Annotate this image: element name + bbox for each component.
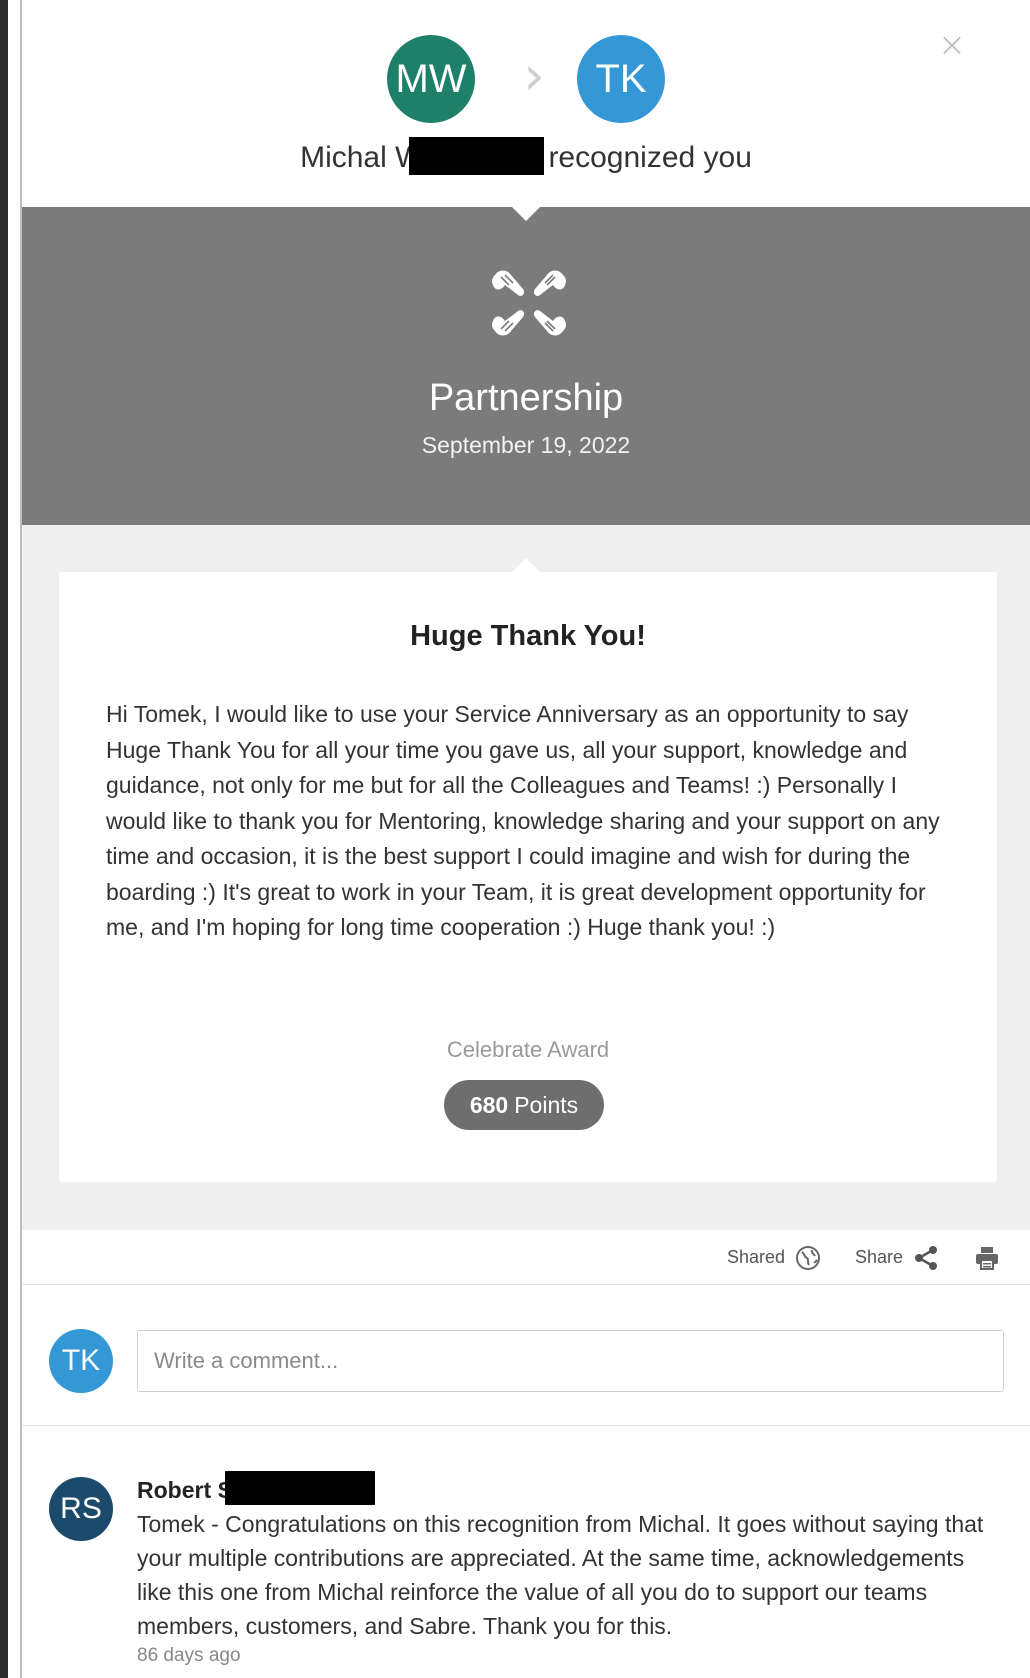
message-title: Huge Thank You! [410, 620, 646, 652]
giver-avatar[interactable]: MW [387, 35, 475, 123]
redaction-box [224, 1471, 375, 1505]
current-user-avatar[interactable]: TK [49, 1329, 113, 1393]
points-badge: 680 Points [444, 1080, 604, 1130]
shared-label: Shared [727, 1247, 786, 1267]
giver-name[interactable]: Michal W [300, 141, 423, 174]
message-area: Huge Thank You! Hi Tomek, I would like t… [22, 525, 1030, 1230]
message-body: Hi Tomek, I would like to use your Servi… [106, 701, 940, 940]
partnership-hands-icon [491, 270, 567, 336]
close-button[interactable]: × [936, 28, 968, 62]
recognition-headline: Michal W recognized you [22, 137, 1030, 175]
recognized-text: recognized you [548, 141, 752, 174]
comment-author-name: Robert S [137, 1477, 233, 1503]
comment-text: Tomek - Congratulations on this recognit… [137, 1511, 984, 1639]
celebrate-award-label: Celebrate Award [446, 1037, 610, 1062]
action-bar: Shared Share [22, 1230, 1030, 1285]
share-button[interactable]: Share [855, 1230, 939, 1285]
comment-timestamp: 86 days ago [137, 1645, 241, 1666]
share-label: Share [855, 1247, 904, 1267]
points-value: 680 [469, 1091, 509, 1118]
comment-input[interactable] [137, 1330, 1004, 1392]
shared-visibility-button[interactable]: Shared [727, 1230, 821, 1285]
current-user-initials: TK [61, 1344, 101, 1377]
points-label: Points [514, 1091, 579, 1118]
receiver-avatar[interactable]: TK [577, 35, 665, 123]
comment-item: RS Robert S Tomek - Congratulations on t… [22, 1427, 1030, 1678]
message-card: Huge Thank You! Hi Tomek, I would like t… [59, 572, 997, 1182]
window-left-edge [0, 0, 22, 1678]
award-date: September 19, 2022 [421, 432, 631, 458]
award-name: Partnership [428, 377, 624, 419]
share-icon [915, 1245, 938, 1270]
recognition-panel: MW › TK × Michal Wrecognized you Partner [22, 0, 1030, 1678]
recognition-header: MW › TK × Michal W recognized you [22, 0, 1030, 207]
print-button[interactable] [974, 1230, 1000, 1285]
redaction-box [409, 137, 545, 175]
globe-icon [796, 1245, 821, 1270]
award-banner: Partnership September 19, 2022 [22, 207, 1030, 525]
commenter-initials: RS [60, 1492, 102, 1525]
commenter-avatar[interactable]: RS [49, 1477, 113, 1541]
comment-composer: TK [22, 1286, 1030, 1426]
giver-initials: MW [395, 56, 467, 101]
close-icon: × [937, 25, 967, 65]
comment-author[interactable]: Robert S [137, 1471, 375, 1505]
printer-icon [976, 1246, 998, 1270]
receiver-initials: TK [595, 56, 647, 101]
chevron-right-icon: › [523, 44, 545, 107]
